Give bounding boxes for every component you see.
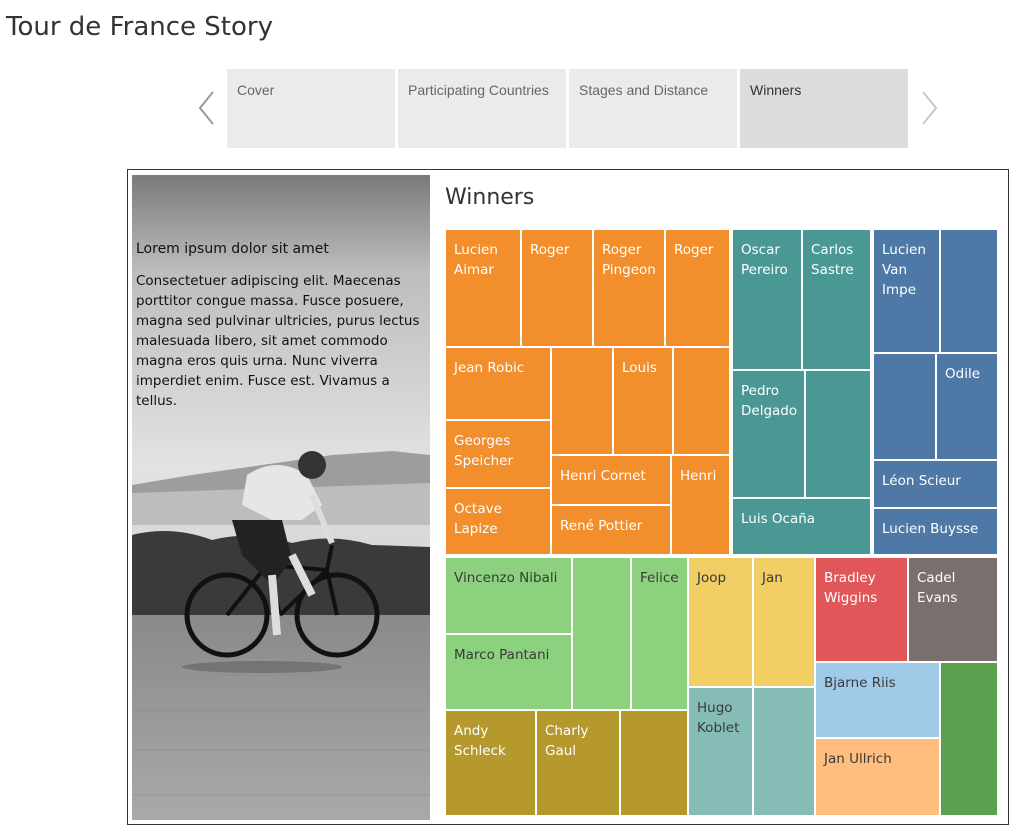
treemap-cell[interactable]: Andy Schleck (445, 710, 536, 816)
next-story-point-arrow-icon[interactable] (918, 90, 940, 126)
treemap-cell-label: René Pottier (560, 518, 643, 534)
treemap-cell-label: Jean Robic (454, 360, 525, 376)
treemap-cell[interactable]: Octave Lapize (445, 488, 551, 555)
treemap-cell-label: Vincenzo Nibali (454, 570, 558, 586)
treemap-cell-label: Georges Speicher (454, 433, 514, 469)
treemap-cell[interactable]: Lucien Buysse (873, 508, 998, 555)
treemap-cell-label: Henri (680, 468, 717, 484)
treemap-cell[interactable]: Bjarne Riis (815, 662, 940, 738)
treemap-cell[interactable]: Roger Pingeon (593, 229, 665, 347)
treemap-cell[interactable] (940, 229, 998, 353)
treemap-cell[interactable]: Joop (688, 557, 753, 687)
treemap-cell-label: Oscar Pereiro (741, 242, 788, 278)
treemap-cell-label: Luis Ocaña (741, 511, 816, 527)
treemap-cell-label: Octave Lapize (454, 501, 502, 537)
treemap-cell-label: Louis (622, 360, 657, 376)
treemap-cell[interactable] (620, 710, 688, 816)
treemap-cell[interactable]: Carlos Sastre (802, 229, 871, 370)
treemap-cell-label: Jan (762, 570, 783, 586)
tab-cover[interactable]: Cover (227, 69, 395, 148)
treemap-cell[interactable] (873, 353, 936, 460)
tab-label: Winners (750, 82, 802, 98)
treemap-cell[interactable]: Léon Scieur (873, 460, 998, 508)
treemap-cell[interactable]: Oscar Pereiro (732, 229, 802, 370)
treemap-cell[interactable]: René Pottier (551, 505, 671, 555)
treemap-cell[interactable] (673, 347, 730, 455)
treemap-cell[interactable]: Henri Cornet (551, 455, 671, 505)
treemap-cell[interactable]: Luis Ocaña (732, 498, 871, 555)
treemap-cell[interactable]: Charly Gaul (536, 710, 620, 816)
treemap-cell[interactable]: Georges Speicher (445, 420, 551, 488)
treemap-cell-label: Odile (945, 366, 981, 382)
treemap-cell[interactable]: Roger (521, 229, 593, 347)
treemap-cell[interactable]: Louis (613, 347, 673, 455)
treemap-cell[interactable]: Cadel Evans (908, 557, 998, 662)
treemap-cell[interactable] (551, 347, 613, 455)
treemap-cell[interactable] (805, 370, 871, 498)
treemap-cell[interactable]: Odile (936, 353, 998, 460)
treemap-cell-label: Roger Pingeon (602, 242, 656, 278)
tab-label: Participating Countries (408, 82, 549, 98)
treemap-cell[interactable]: Bradley Wiggins (815, 557, 908, 662)
treemap-cell-label: Henri Cornet (560, 468, 646, 484)
treemap-cell-label: Cadel Evans (917, 570, 958, 606)
text-body: Consectetuer adipiscing elit. Maecenas p… (136, 273, 420, 409)
treemap-cell-label: Pedro Delgado (741, 383, 798, 419)
treemap-cell[interactable]: Roger (665, 229, 730, 347)
treemap-cell-label: Lucien Aimar (454, 242, 498, 278)
treemap-cell[interactable]: Vincenzo Nibali (445, 557, 572, 634)
treemap-cell-label: Jan Ullrich (824, 751, 892, 767)
winners-treemap: Lucien Aimar Roger Roger Pingeon Roger Jean … (443, 227, 999, 817)
treemap-cell[interactable]: Jan Ullrich (815, 738, 940, 816)
treemap-cell[interactable]: Hugo Koblet (688, 687, 753, 816)
treemap-cell-label: Hugo Koblet (697, 700, 740, 736)
treemap-cell[interactable] (940, 662, 998, 816)
tab-stages-and-distance[interactable]: Stages and Distance (569, 69, 737, 148)
story-text-block: Lorem ipsum dolor sit amet Consectetuer … (136, 241, 421, 411)
chart-title: Winners (445, 185, 535, 210)
treemap-cell-label: Andy Schleck (454, 723, 506, 759)
tab-participating-countries[interactable]: Participating Countries (398, 69, 566, 148)
treemap-cell-label: Bjarne Riis (824, 675, 896, 691)
treemap-cell-label: Carlos Sastre (811, 242, 854, 278)
treemap-cell-label: Roger (530, 242, 570, 258)
treemap-cell[interactable]: Pedro Delgado (732, 370, 805, 498)
treemap-cell-label: Charly Gaul (545, 723, 589, 759)
treemap-cell-label: Lucien Buysse (882, 521, 979, 537)
treemap-cell[interactable]: Henri (671, 455, 730, 555)
treemap-cell-label: Roger (674, 242, 714, 258)
treemap-cell[interactable] (572, 557, 631, 710)
tab-label: Stages and Distance (579, 82, 709, 98)
treemap-cell-label: Léon Scieur (882, 473, 961, 489)
treemap-cell[interactable]: Felice (631, 557, 688, 710)
treemap-cell-label: Felice (640, 570, 679, 586)
treemap-cell[interactable]: Lucien Aimar (445, 229, 521, 347)
previous-story-point-arrow-icon[interactable] (196, 90, 218, 126)
story-title: Tour de France Story (6, 12, 273, 42)
treemap-cell[interactable]: Marco Pantani (445, 634, 572, 710)
text-heading: Lorem ipsum dolor sit amet (136, 241, 329, 257)
tab-winners[interactable]: Winners (740, 69, 908, 148)
treemap-cell[interactable]: Jean Robic (445, 347, 551, 420)
treemap-cell[interactable] (753, 687, 815, 816)
treemap-cell-label: Bradley Wiggins (824, 570, 878, 606)
tab-label: Cover (237, 82, 275, 98)
treemap-cell[interactable]: Jan (753, 557, 815, 687)
treemap-cell[interactable]: Lucien Van Impe (873, 229, 940, 353)
treemap-cell-label: Joop (697, 570, 727, 586)
treemap-cell-label: Lucien Van Impe (882, 242, 926, 298)
treemap-cell-label: Marco Pantani (454, 647, 550, 663)
